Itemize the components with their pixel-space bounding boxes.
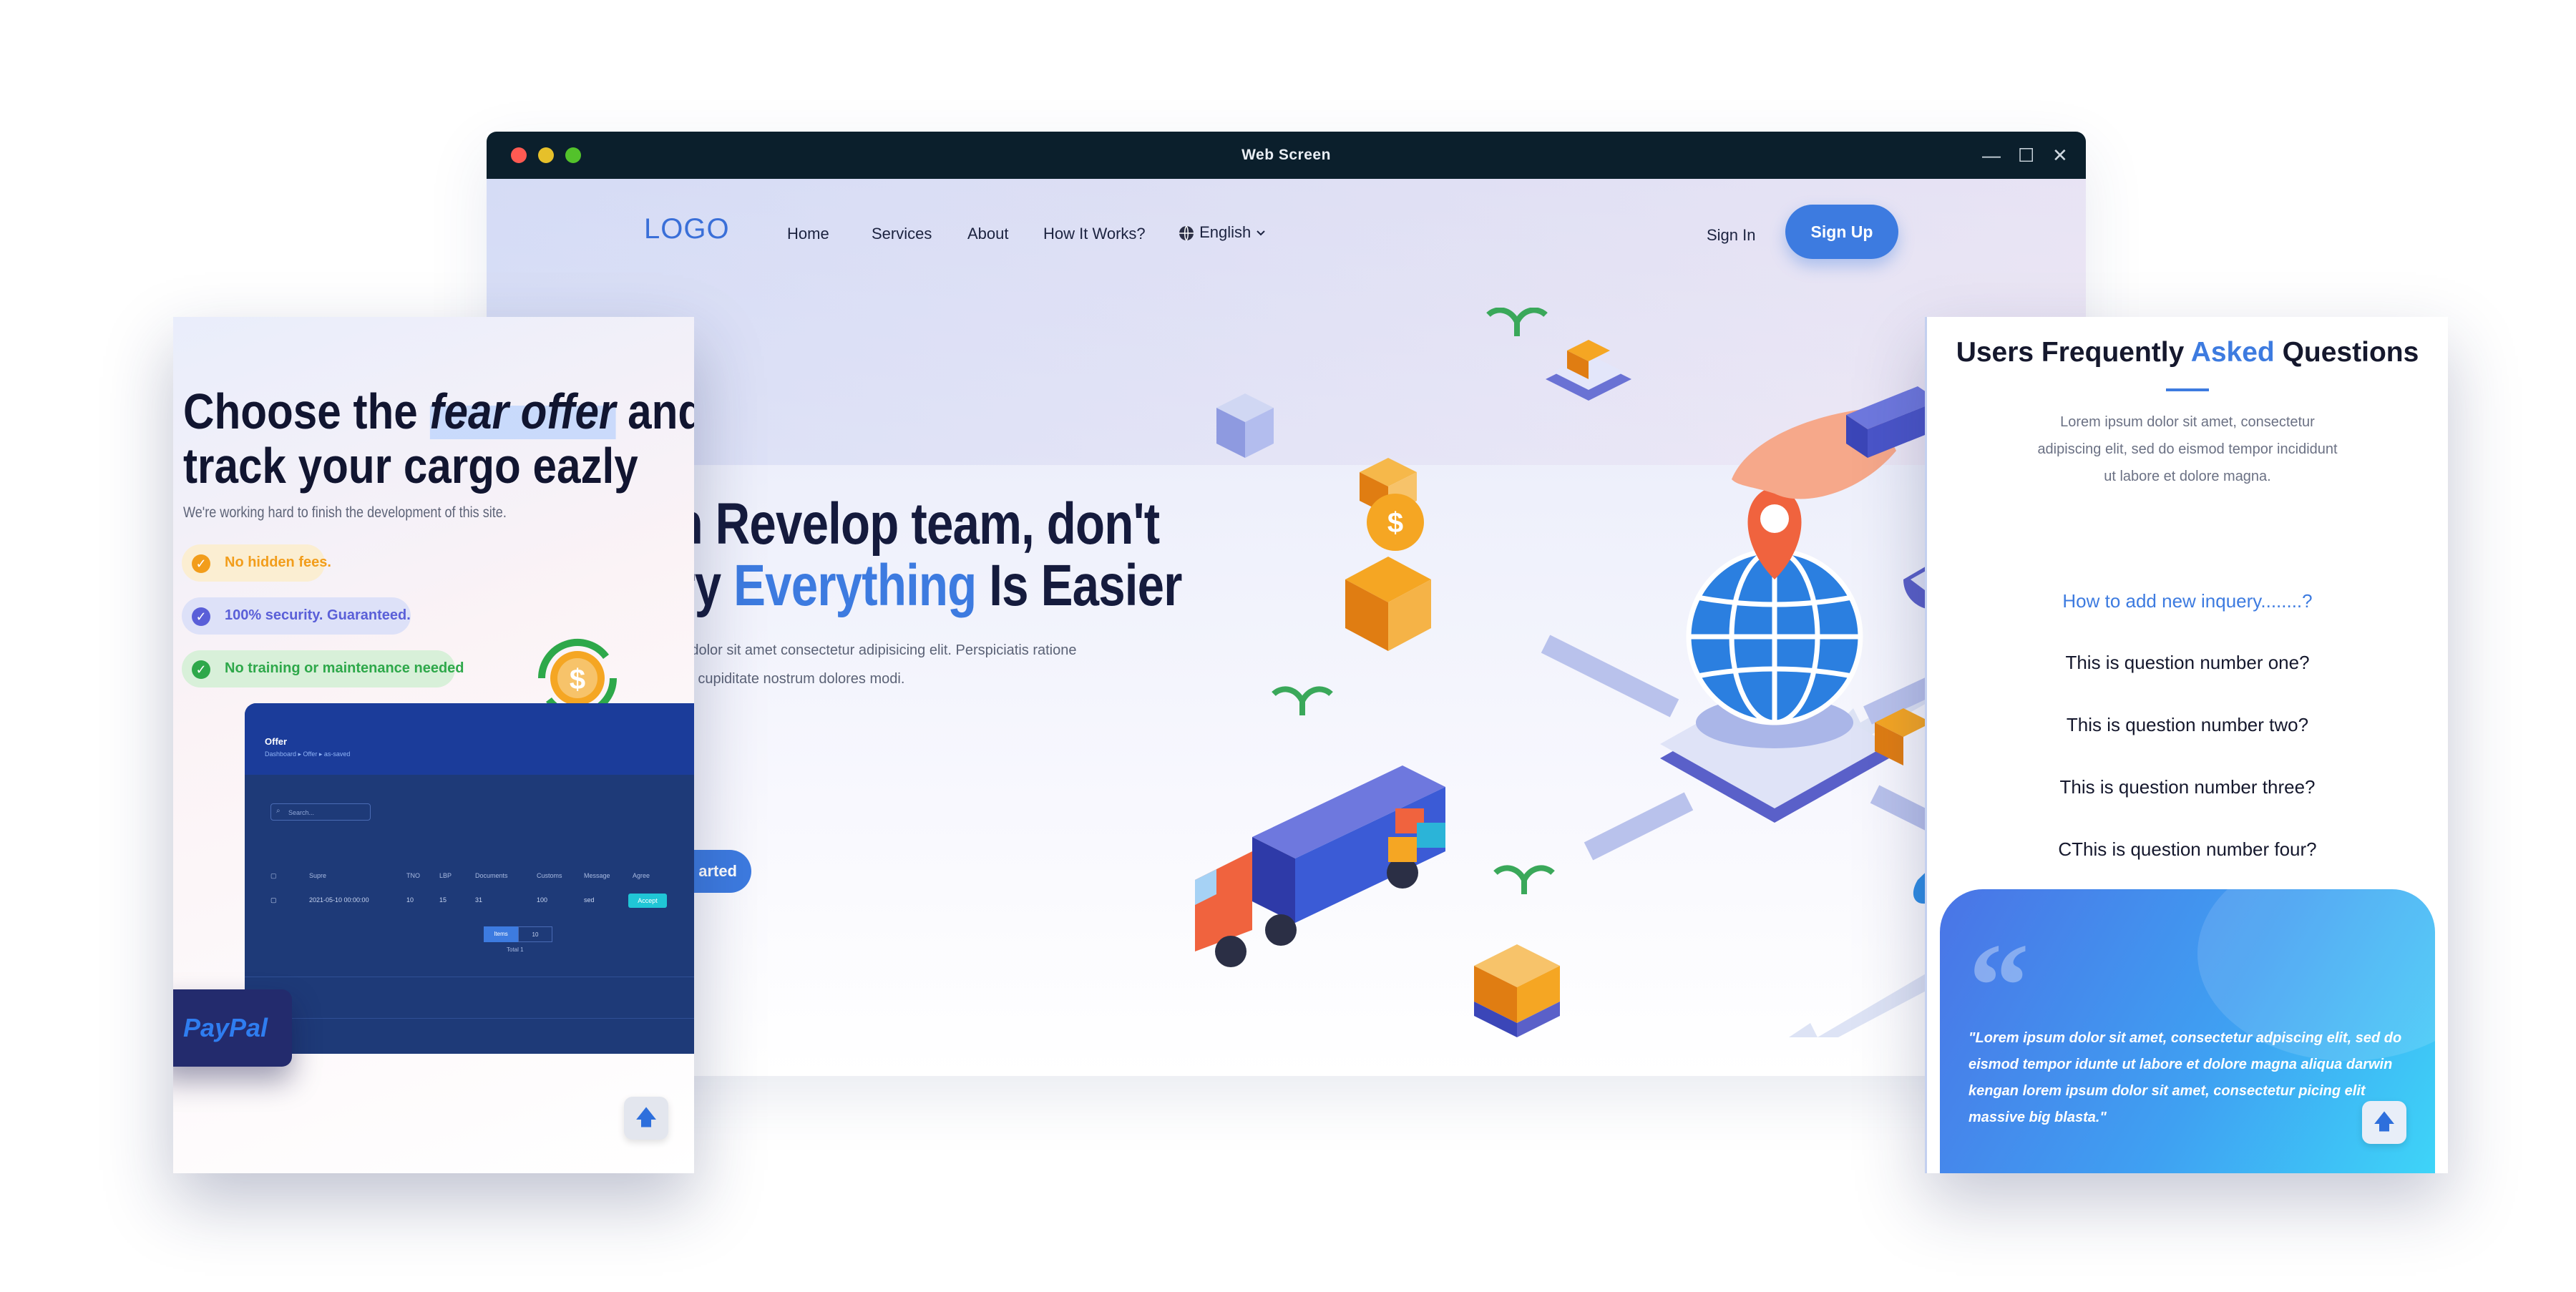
nav-services[interactable]: Services (872, 225, 932, 243)
checkbox-icon[interactable]: ▢ (270, 872, 277, 880)
check-icon: ✓ (192, 660, 210, 679)
faq-question-active[interactable]: How to add new inquery........? (1927, 590, 2448, 612)
pager-size[interactable]: 10 (518, 926, 552, 942)
offer-title-italic: fear offer (429, 383, 616, 439)
close-icon[interactable]: ✕ (2052, 146, 2068, 165)
testimonial-text: "Lorem ipsum dolor sit amet, consectetur… (1968, 1030, 2402, 1125)
column-header: Message (584, 872, 610, 879)
offer-title-line2: track your cargo eazly (183, 438, 638, 494)
table-cell: 2021-05-10 00:00:00 (309, 896, 369, 904)
nav-home[interactable]: Home (787, 225, 829, 243)
hero-title-line1: th Revelop team, don't (658, 491, 1160, 557)
accept-button[interactable]: Accept (628, 894, 667, 908)
faq-question[interactable]: This is question number one? (1927, 652, 2448, 674)
column-header: Supre (309, 872, 327, 879)
dashboard-title: Offer (265, 736, 288, 747)
svg-text:$: $ (570, 664, 585, 695)
pager-items[interactable]: Items (484, 926, 518, 942)
dashboard-total: Total 1 (507, 946, 524, 953)
arrow-up-icon[interactable]: 🡅 (624, 1097, 668, 1140)
browser-window: Web Screen — ☐ ✕ LOGO Home Services Abou… (487, 132, 2086, 1076)
offer-title-line1: Choose the fear offer and (183, 383, 694, 440)
table-cell: 15 (439, 896, 447, 904)
landing-page: LOGO Home Services About How It Works? E… (487, 179, 2086, 1076)
faq-title-part: Users Frequently (1956, 337, 2191, 368)
title-underline (2166, 388, 2209, 391)
window-titlebar: Web Screen — ☐ ✕ (487, 132, 2086, 179)
maximize-icon[interactable]: ☐ (2018, 146, 2034, 165)
faq-description-line: adipiscing elit, sed do eismod tempor in… (2037, 441, 2338, 457)
feature-pill: ✓ No training or maintenance needed (182, 650, 464, 687)
faq-description-line: Lorem ipsum dolor sit amet, consectetur (2060, 414, 2315, 430)
dashboard-search-input[interactable]: Search... (270, 803, 371, 821)
hero-paragraph-line2: tibus, cupiditate nostrum dolores modi. (660, 671, 905, 687)
column-header: Documents (475, 872, 508, 879)
faq-title-highlight: Asked (2190, 337, 2275, 368)
svg-text:$: $ (1387, 507, 1403, 539)
faq-question[interactable]: This is question number two? (1927, 714, 2448, 736)
testimonial-card: “ "Lorem ipsum dolor sit amet, consectet… (1940, 889, 2435, 1173)
check-icon: ✓ (192, 607, 210, 626)
nav-about[interactable]: About (967, 225, 1009, 243)
window-title: Web Screen (1241, 147, 1331, 163)
chevron-down-icon (1257, 230, 1266, 236)
offer-card: Choose the fear offer and track your car… (173, 317, 694, 1173)
table-cell: 31 (475, 896, 483, 904)
feature-label: No hidden fees. (225, 554, 331, 570)
hero-title-line2: rry Everything Is Easier (658, 552, 1182, 620)
table-cell: sed (584, 896, 595, 904)
offer-subtitle: We're working hard to finish the develop… (183, 504, 507, 521)
table-cell: 100 (537, 896, 548, 904)
faq-title-part: Questions (2274, 337, 2419, 368)
feature-label: No training or maintenance needed (225, 660, 464, 676)
offer-title-part: Choose the (183, 383, 430, 439)
sign-up-button[interactable]: Sign Up (1785, 205, 1898, 259)
feature-label: 100% security. Guaranteed. (225, 607, 411, 623)
nav-how-it-works[interactable]: How It Works? (1043, 225, 1146, 243)
hero-title-part: Is Easier (976, 553, 1182, 618)
language-label: English (1199, 223, 1252, 241)
column-header: Agree (633, 872, 650, 879)
faq-title: Users Frequently Asked Questions (1927, 337, 2448, 368)
faq-question[interactable]: This is question number three? (1927, 776, 2448, 798)
column-header: TNO (406, 872, 420, 879)
logo[interactable]: LOGO (644, 213, 730, 245)
feature-pill: ✓ 100% security. Guaranteed. (182, 597, 411, 635)
divider (245, 1018, 694, 1019)
breadcrumb: Dashboard ▸ Offer ▸ as-saved (265, 750, 351, 758)
feature-pill: ✓ No hidden fees. (182, 544, 331, 582)
minimize-icon[interactable]: — (1982, 146, 2001, 165)
column-header: LBP (439, 872, 452, 879)
offer-dashboard-preview: Offer Dashboard ▸ Offer ▸ as-saved Searc… (245, 703, 694, 1054)
language-select[interactable]: English (1178, 223, 1267, 242)
table-cell: 10 (406, 896, 414, 904)
search-icon: ⌕ (276, 807, 280, 815)
sign-in-link[interactable]: Sign In (1707, 226, 1756, 245)
hero-paragraph-line1: sum dolor sit amet consectetur adipisici… (660, 642, 1077, 658)
faq-card: Users Frequently Asked Questions Lorem i… (1925, 317, 2448, 1173)
column-header: Customs (537, 872, 562, 879)
offer-title-part: and (628, 383, 694, 439)
paypal-logo: PayPal (173, 989, 292, 1067)
hero-title-highlight: Everything (733, 553, 977, 618)
check-icon: ✓ (192, 554, 210, 573)
checkbox-icon[interactable]: ▢ (270, 896, 277, 904)
dashboard-header: Offer Dashboard ▸ Offer ▸ as-saved (245, 703, 694, 775)
arrow-up-icon[interactable]: 🡅 (2362, 1101, 2406, 1144)
globe-icon (1179, 225, 1194, 241)
faq-description-line: ut labore et dolore magna. (2104, 469, 2271, 484)
faq-question[interactable]: CThis is question number four? (1927, 838, 2448, 861)
